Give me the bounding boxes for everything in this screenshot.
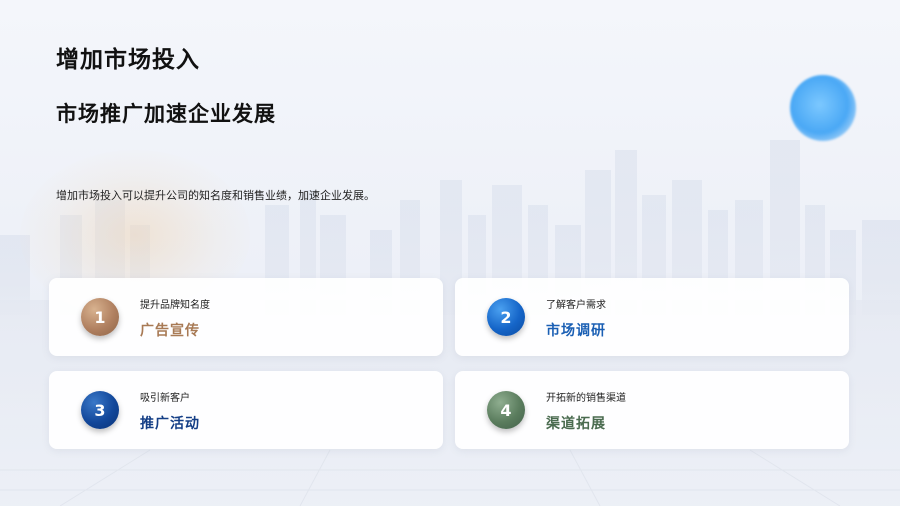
page-description: 增加市场投入可以提升公司的知名度和销售业绩，加速企业发展。 [56, 189, 375, 202]
page-title: 增加市场投入 [56, 47, 200, 73]
card-label: 开拓新的销售渠道 [546, 393, 626, 404]
card-label: 了解客户需求 [546, 300, 606, 311]
step-badge-2: 2 [487, 298, 525, 336]
slide: 增加市场投入 市场推广加速企业发展 增加市场投入可以提升公司的知名度和销售业绩，… [0, 0, 900, 506]
blue-glow-orb [790, 75, 856, 141]
step-badge-1: 1 [81, 298, 119, 336]
card-new-customers: 3 吸引新客户 推广活动 [49, 371, 443, 449]
card-value: 广告宣传 [140, 323, 200, 339]
step-badge-3: 3 [81, 391, 119, 429]
page-subtitle: 市场推广加速企业发展 [56, 102, 276, 126]
step-badge-4: 4 [487, 391, 525, 429]
card-label: 提升品牌知名度 [140, 300, 210, 311]
card-customer-needs: 2 了解客户需求 市场调研 [455, 278, 849, 356]
card-value: 推广活动 [140, 416, 200, 432]
card-value: 渠道拓展 [546, 416, 606, 432]
card-value: 市场调研 [546, 323, 606, 339]
card-sales-channels: 4 开拓新的销售渠道 渠道拓展 [455, 371, 849, 449]
card-label: 吸引新客户 [140, 393, 190, 404]
card-brand-awareness: 1 提升品牌知名度 广告宣传 [49, 278, 443, 356]
